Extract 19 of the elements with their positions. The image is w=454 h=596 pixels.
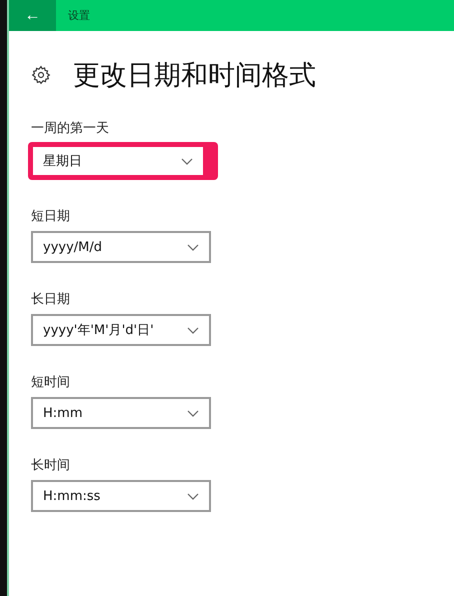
chevron-down-icon [187, 410, 199, 416]
dropdown[interactable]: H:mm [31, 397, 211, 429]
setting-label: 短日期 [31, 208, 71, 225]
dropdown[interactable]: 星期日 [33, 147, 203, 175]
chevron-down-icon [187, 244, 199, 250]
dropdown[interactable]: yyyy/M/d [31, 231, 211, 263]
setting-label: 短时间 [31, 374, 71, 391]
setting-label: 长时间 [31, 457, 71, 474]
dropdown[interactable]: yyyy'年'M'月'd'日' [31, 314, 211, 346]
setting-label: 长日期 [31, 291, 71, 308]
gear-icon [31, 65, 51, 85]
page-title: 更改日期和时间格式 [73, 59, 316, 93]
chevron-down-icon [181, 158, 193, 164]
app-title: 设置 [68, 8, 90, 23]
back-button[interactable]: ← [9, 0, 56, 31]
setting-label: 一周的第一天 [31, 120, 110, 137]
chevron-down-icon [187, 492, 199, 500]
chevron-down-icon [187, 326, 199, 334]
dropdown[interactable]: H:mm:ss [31, 480, 211, 512]
